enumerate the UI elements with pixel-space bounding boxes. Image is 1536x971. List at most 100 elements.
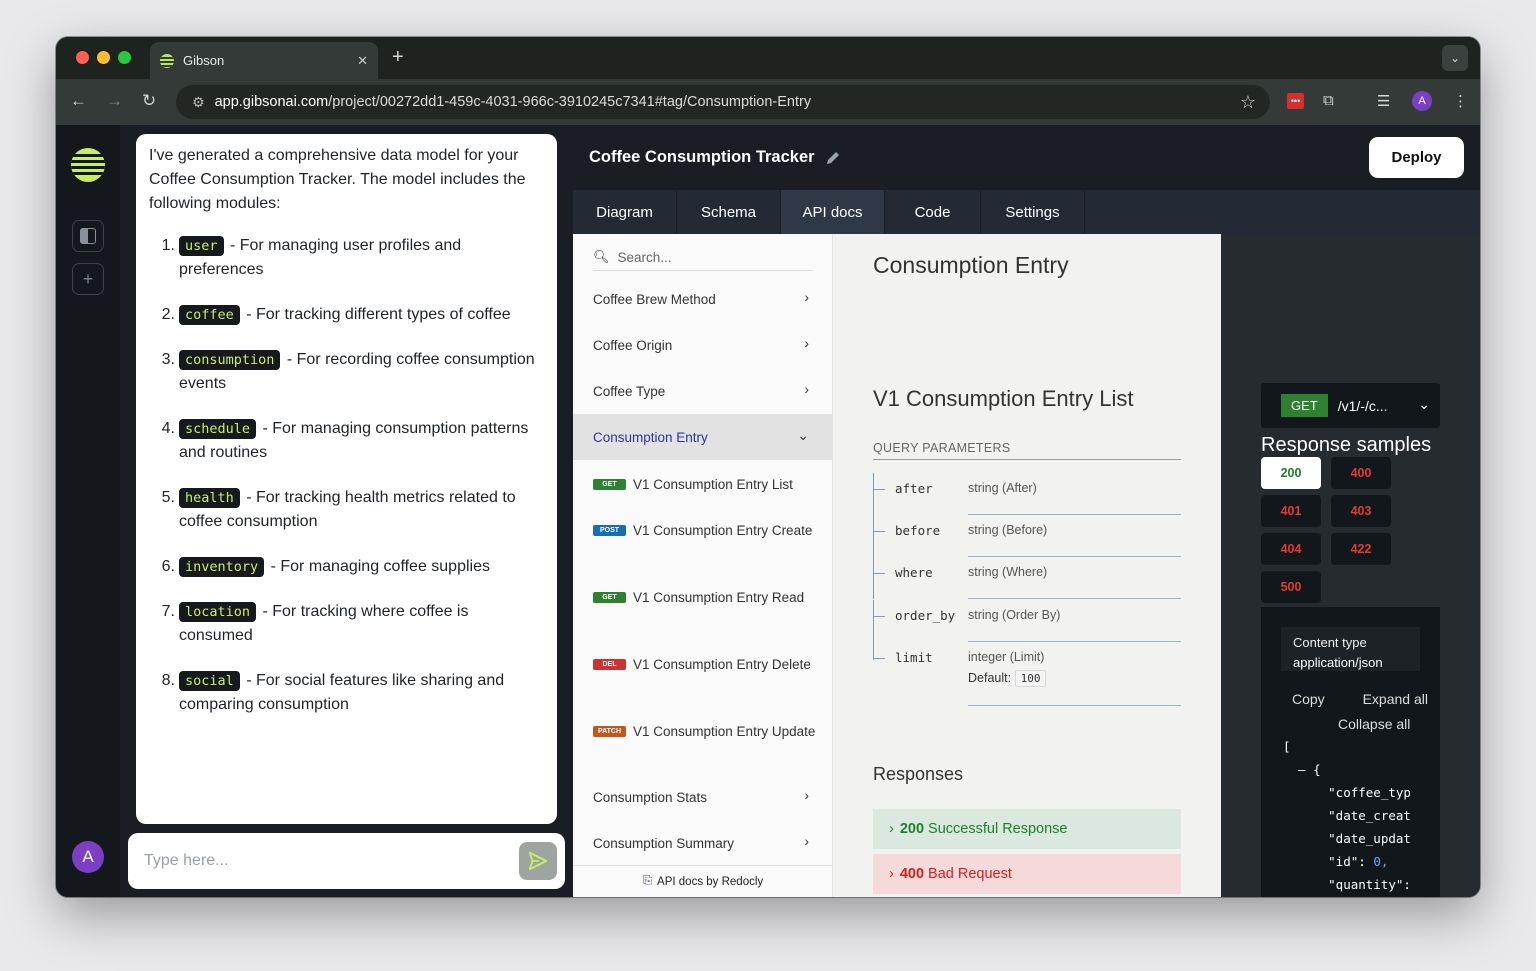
sidebar-item-consumption-entry[interactable]: Consumption Entry ⌄	[573, 414, 833, 460]
module-description: consumption - For recording coffee consu…	[179, 348, 545, 396]
media-playlist-icon[interactable]: ☰	[1377, 92, 1390, 110]
project-title-text: Coffee Consumption Tracker	[589, 148, 815, 166]
tab-search-chevron-icon[interactable]: ⌄	[1442, 45, 1468, 71]
profile-avatar[interactable]: A	[1412, 91, 1432, 111]
send-button[interactable]	[519, 842, 557, 880]
tab-code[interactable]: Code	[885, 190, 981, 234]
chat-panel: I've generated a comprehensive data mode…	[120, 125, 573, 897]
tab-diagram[interactable]: Diagram	[573, 190, 677, 234]
redocly-logo-icon: ⎘	[642, 875, 653, 887]
chat-input[interactable]: Type here...	[128, 833, 565, 889]
sidebar-item-label: Coffee Brew Method	[593, 291, 716, 307]
sidebar-item-label: Coffee Origin	[593, 337, 673, 353]
close-window-button[interactable]	[76, 51, 89, 64]
send-paper-plane-icon	[528, 851, 548, 871]
extension-red-icon[interactable]: •••	[1287, 93, 1304, 109]
collapse-all-button[interactable]: Collapse all	[1338, 716, 1410, 732]
json-text: "quantity":	[1283, 877, 1411, 892]
sidebar-item-coffee-brew-method[interactable]: Coffee Brew Method ›	[573, 276, 833, 322]
chevron-right-icon: ›	[889, 821, 894, 837]
operation-endpoint[interactable]: GET /v1/-/c... ⌄	[1261, 383, 1440, 428]
sidebar-operation[interactable]: POST V1 Consumption Entry Create	[593, 520, 818, 541]
reload-icon[interactable]: ↻	[142, 91, 156, 111]
module-description: location - For tracking where coffee is …	[179, 600, 545, 648]
minimize-window-button[interactable]	[97, 51, 110, 64]
chevron-right-icon: ›	[889, 866, 894, 882]
query-param-limit: limit integer (Limit) Default: 100	[873, 642, 1181, 706]
response-code-400-button[interactable]: 400	[1331, 457, 1391, 489]
module-list-item: 6. inventory - For managing coffee suppli…	[149, 555, 545, 579]
browser-tab[interactable]: Gibson ✕	[150, 42, 378, 79]
tab-api-docs[interactable]: API docs	[781, 190, 885, 234]
param-tree-tick	[873, 658, 885, 659]
close-tab-icon[interactable]: ✕	[357, 53, 368, 69]
url-path: /project/00272dd1-459c-4031-966c-3910245…	[328, 94, 812, 110]
content-type-label: Content type	[1293, 635, 1367, 650]
response-code-200-button[interactable]: 200	[1261, 457, 1321, 489]
sidebar-operation[interactable]: GET V1 Consumption Entry List	[593, 474, 818, 495]
param-name: limit	[895, 650, 933, 665]
json-line: "date_creat	[1283, 804, 1411, 827]
http-method-badge: GET	[1281, 394, 1328, 417]
response-text: Bad Request	[928, 866, 1012, 882]
expand-all-button[interactable]: Expand all	[1363, 691, 1428, 707]
tab-settings[interactable]: Settings	[981, 190, 1085, 234]
browser-menu-icon[interactable]: ⋮	[1453, 92, 1468, 110]
module-tag: schedule	[179, 419, 257, 439]
gibson-favicon-icon	[160, 53, 174, 68]
browser-window: Gibson ✕ + ⌄ ← → ↻ ⚙ app.gibsonai.com/pr…	[56, 37, 1480, 897]
user-avatar[interactable]: A	[72, 841, 104, 873]
new-tab-icon[interactable]: +	[392, 46, 404, 69]
sidebar-operation[interactable]: PATCH V1 Consumption Entry Update	[593, 721, 818, 742]
forward-arrow-icon[interactable]: →	[106, 91, 123, 111]
json-line[interactable]: – {	[1283, 758, 1411, 781]
response-code-422-button[interactable]: 422	[1331, 533, 1391, 565]
response-400[interactable]: › 400 Bad Request	[873, 854, 1181, 894]
query-param-where: where string (Where)	[873, 557, 1181, 599]
response-200[interactable]: › 200 Successful Response	[873, 809, 1181, 849]
param-name: before	[895, 523, 941, 538]
chevron-right-icon: ›	[804, 289, 809, 305]
gibson-logo-icon[interactable]	[71, 148, 105, 182]
sidebar-item-label: Consumption Stats	[593, 789, 708, 805]
module-tag: health	[179, 488, 240, 508]
param-default: Default: 100	[968, 670, 1047, 687]
sidebar-item-coffee-origin[interactable]: Coffee Origin ›	[573, 322, 833, 368]
back-arrow-icon[interactable]: ←	[70, 91, 87, 111]
response-code-403-button[interactable]: 403	[1331, 495, 1391, 527]
param-divider	[968, 705, 1181, 706]
operation-label: V1 Consumption Entry Update	[633, 724, 816, 739]
response-code-404-button[interactable]: 404	[1261, 533, 1321, 565]
deploy-button[interactable]: Deploy	[1369, 137, 1464, 178]
address-bar[interactable]: ⚙ app.gibsonai.com/project/00272dd1-459c…	[176, 85, 1270, 119]
sidebar-operation[interactable]: GET V1 Consumption Entry Read	[593, 587, 818, 608]
site-settings-icon[interactable]: ⚙	[192, 94, 205, 111]
new-project-button[interactable]: +	[72, 263, 104, 295]
response-code-401-button[interactable]: 401	[1261, 495, 1321, 527]
tab-schema[interactable]: Schema	[677, 190, 781, 234]
maximize-window-button[interactable]	[118, 51, 131, 64]
response-code-500-button[interactable]: 500	[1261, 571, 1321, 603]
sidebar-item-consumption-stats[interactable]: Consumption Stats ›	[573, 774, 833, 820]
copy-button[interactable]: Copy	[1292, 691, 1325, 707]
sidebar-operation[interactable]: DEL V1 Consumption Entry Delete	[593, 654, 818, 675]
tab-title: Gibson	[183, 53, 225, 68]
module-text: - For managing coffee supplies	[266, 558, 490, 575]
redocly-footer[interactable]: ⎘ API docs by Redocly	[573, 865, 833, 897]
chevron-right-icon: ›	[804, 381, 809, 397]
bookmark-star-icon[interactable]: ☆	[1240, 92, 1256, 113]
extensions-puzzle-icon[interactable]: ⧉	[1323, 92, 1334, 109]
param-divider	[968, 598, 1181, 599]
edit-pencil-icon[interactable]	[825, 150, 841, 166]
module-list-item: 5. health - For tracking health metrics r…	[149, 486, 545, 534]
sidebar-panel-icon	[80, 228, 96, 244]
endpoint-path: /v1/-/c...	[1337, 397, 1388, 414]
json-line: "coffee_typ	[1283, 781, 1411, 804]
toggle-sidebar-button[interactable]	[72, 220, 104, 252]
api-search[interactable]: 🔍︎ Search...	[593, 244, 813, 271]
json-text: – {	[1283, 762, 1321, 777]
sidebar-item-coffee-type[interactable]: Coffee Type ›	[573, 368, 833, 414]
module-list-item: 3. consumption - For recording coffee con…	[149, 348, 545, 396]
module-tag: consumption	[179, 350, 281, 370]
sidebar-item-consumption-summary[interactable]: Consumption Summary ›	[573, 820, 833, 866]
